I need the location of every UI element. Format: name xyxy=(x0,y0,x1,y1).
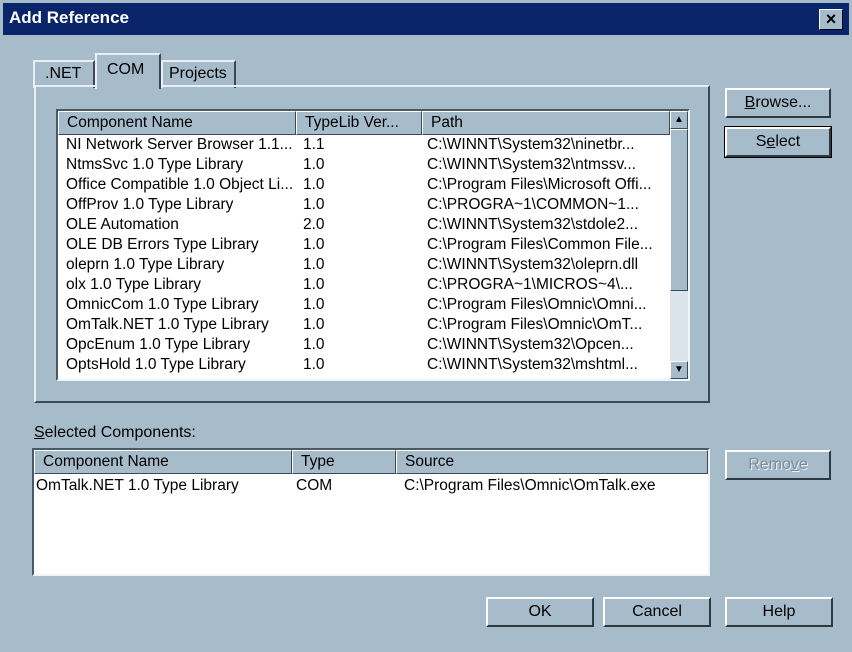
tab-projects[interactable]: Projects xyxy=(161,60,236,88)
typelib-version-cell: 1.0 xyxy=(303,156,325,173)
table-row[interactable]: OLE DB Errors Type Library 1.0 C:\Program … xyxy=(58,235,670,255)
tab-com-label: COM xyxy=(107,61,145,78)
typelib-version-cell: 1.0 xyxy=(303,356,325,373)
source-cell: C:\Program Files\Omnic\OmTalk.exe xyxy=(404,477,656,494)
add-reference-dialog: Add Reference × .NET COM Projects Compon… xyxy=(0,0,852,652)
column-header-type[interactable]: Type xyxy=(292,450,396,474)
typelib-version-cell: 1.0 xyxy=(303,276,325,293)
path-cell: C:\WINNT\System32\ninetbr... xyxy=(427,136,635,153)
scroll-down-button[interactable]: ▼ xyxy=(670,361,688,379)
help-button[interactable]: Help xyxy=(725,597,833,627)
browse-accel: B xyxy=(744,94,756,111)
ok-button[interactable]: OK xyxy=(486,597,594,627)
selected-label-text: elected Components: xyxy=(44,424,196,441)
components-scrollbar[interactable]: ▲ ▼ xyxy=(670,111,688,379)
component-name-cell: NI Network Server Browser 1.1... xyxy=(66,136,293,153)
component-name-cell: OLE Automation xyxy=(66,216,179,233)
typelib-version-cell: 1.0 xyxy=(303,336,325,353)
table-row[interactable]: OmTalk.NET 1.0 Type Library COM C:\Program… xyxy=(34,476,708,496)
browse-button[interactable]: Browse... xyxy=(725,88,831,118)
title-bar[interactable]: Add Reference × xyxy=(3,3,849,35)
scroll-thumb[interactable] xyxy=(670,129,688,291)
component-name-cell: OptsHold 1.0 Type Library xyxy=(66,356,246,373)
path-cell: C:\WINNT\System32\ntmssv... xyxy=(427,156,636,173)
component-name-cell: olx 1.0 Type Library xyxy=(66,276,201,293)
table-row[interactable]: oleprn 1.0 Type Library 1.0 C:\WINNT\Syste… xyxy=(58,255,670,275)
browse-label: rowse... xyxy=(755,94,812,111)
table-row[interactable]: NI Network Server Browser 1.1... 1.1 C:\WI… xyxy=(58,135,670,155)
window-title: Add Reference xyxy=(9,8,129,27)
tab-panel: Component Name TypeLib Ver... Path NI Ne… xyxy=(34,85,710,403)
typelib-version-cell: 1.0 xyxy=(303,176,325,193)
table-row[interactable]: OLE Automation 2.0 C:\WINNT\System32\stdol… xyxy=(58,215,670,235)
component-name-cell: OmTalk.NET 1.0 Type Library xyxy=(66,316,269,333)
tab-dotnet[interactable]: .NET xyxy=(33,60,95,88)
typelib-version-cell: 1.1 xyxy=(303,136,325,153)
component-name-cell: Office Compatible 1.0 Object Li... xyxy=(66,176,294,193)
column-header-component-name[interactable]: Component Name xyxy=(58,111,296,135)
typelib-version-cell: 1.0 xyxy=(303,316,325,333)
table-row[interactable]: NtmsSvc 1.0 Type Library 1.0 C:\WINNT\Syst… xyxy=(58,155,670,175)
tab-dotnet-label: .NET xyxy=(45,65,82,82)
remove-button[interactable]: Remove xyxy=(725,450,831,480)
component-name-cell: OmnicCom 1.0 Type Library xyxy=(66,296,259,313)
tab-projects-label: Projects xyxy=(169,65,227,82)
column-header-typelib-version[interactable]: TypeLib Ver... xyxy=(296,111,422,135)
component-name-cell: NtmsSvc 1.0 Type Library xyxy=(66,156,244,173)
selected-name-cell: OmTalk.NET 1.0 Type Library xyxy=(36,477,239,494)
select-accel: e xyxy=(766,133,776,150)
arrow-up-icon: ▲ xyxy=(674,114,684,125)
close-icon: × xyxy=(825,9,837,29)
select-label-pre: S xyxy=(755,133,767,150)
path-cell: C:\Program Files\Omnic\OmT... xyxy=(427,316,643,333)
typelib-version-cell: 1.0 xyxy=(303,196,325,213)
column-header-path[interactable]: Path xyxy=(422,111,670,135)
remove-label-pre: Remo xyxy=(748,456,791,473)
typelib-version-cell: 1.0 xyxy=(303,296,325,313)
column-header-selected-name[interactable]: Component Name xyxy=(34,450,292,474)
selected-accel: S xyxy=(34,424,45,441)
selected-components-label: Selected Components: xyxy=(34,424,196,442)
column-header-source[interactable]: Source xyxy=(396,450,708,474)
table-row[interactable]: OmTalk.NET 1.0 Type Library 1.0 C:\Program… xyxy=(58,315,670,335)
remove-label-rest: e xyxy=(798,456,808,473)
type-cell: COM xyxy=(296,477,333,494)
scroll-up-button[interactable]: ▲ xyxy=(670,111,688,129)
select-label-rest: lect xyxy=(775,133,801,150)
path-cell: C:\Program Files\Omnic\Omni... xyxy=(427,296,647,313)
select-button[interactable]: Select xyxy=(724,126,832,158)
path-cell: C:\Program Files\Common File... xyxy=(427,236,653,253)
path-cell: C:\PROGRA~1\MICROS~4\... xyxy=(427,276,633,293)
table-row[interactable]: OpcEnum 1.0 Type Library 1.0 C:\WINNT\Syst… xyxy=(58,335,670,355)
table-row[interactable]: OmnicCom 1.0 Type Library 1.0 C:\Program F… xyxy=(58,295,670,315)
component-name-cell: OffProv 1.0 Type Library xyxy=(66,196,234,213)
typelib-version-cell: 2.0 xyxy=(303,216,325,233)
selected-components-list[interactable]: Component Name Type Source OmTalk.NET 1.… xyxy=(32,448,710,576)
components-list[interactable]: Component Name TypeLib Ver... Path NI Ne… xyxy=(56,109,690,381)
path-cell: C:\WINNT\System32\Opcen... xyxy=(427,336,634,353)
path-cell: C:\WINNT\System32\stdole2... xyxy=(427,216,639,233)
component-name-cell: OLE DB Errors Type Library xyxy=(66,236,259,253)
path-cell: C:\WINNT\System32\oleprn.dll xyxy=(427,256,639,273)
arrow-down-icon: ▼ xyxy=(674,364,684,375)
path-cell: C:\WINNT\System32\mshtml... xyxy=(427,356,638,373)
tab-com[interactable]: COM xyxy=(95,53,161,89)
component-name-cell: oleprn 1.0 Type Library xyxy=(66,256,225,273)
path-cell: C:\Program Files\Microsoft Offi... xyxy=(427,176,652,193)
typelib-version-cell: 1.0 xyxy=(303,256,325,273)
table-row[interactable]: Office Compatible 1.0 Object Li... 1.0 C:\… xyxy=(58,175,670,195)
close-button[interactable]: × xyxy=(819,9,843,30)
table-row[interactable]: OptsHold 1.0 Type Library 1.0 C:\WINNT\Sys… xyxy=(58,355,670,375)
typelib-version-cell: 1.0 xyxy=(303,236,325,253)
table-row[interactable]: olx 1.0 Type Library 1.0 C:\PROGRA~1\MICRO… xyxy=(58,275,670,295)
component-name-cell: OpcEnum 1.0 Type Library xyxy=(66,336,251,353)
cancel-button[interactable]: Cancel xyxy=(603,597,711,627)
remove-accel: v xyxy=(790,456,799,473)
path-cell: C:\PROGRA~1\COMMON~1... xyxy=(427,196,639,213)
table-row[interactable]: OffProv 1.0 Type Library 1.0 C:\PROGRA~1\C… xyxy=(58,195,670,215)
